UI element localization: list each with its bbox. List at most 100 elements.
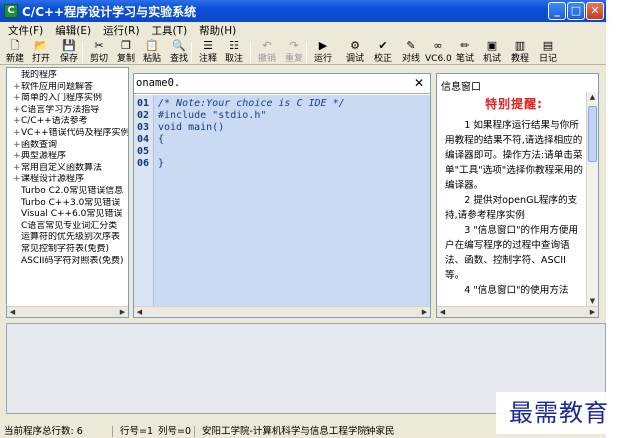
toolbar-button-0[interactable]: 🗋 新建 [2, 39, 28, 65]
info-horizontal-scrollbar[interactable]: ◀ ▶ [437, 306, 598, 317]
tree-item[interactable]: 常见控制字符表(免费) [7, 244, 128, 256]
tree-item-label: 函数查询 [21, 139, 58, 150]
tree-item[interactable]: Turbo C++3.0常见错误 [7, 198, 128, 210]
menu-item-0[interactable]: 文件(F) [8, 23, 43, 38]
expand-icon[interactable]: + [13, 151, 21, 163]
tree-item-label: Turbo C++3.0常见错误 [21, 197, 121, 208]
toolbar-label: VC6.0 [425, 54, 452, 64]
toolbar-label: 新建 [5, 54, 24, 64]
scroll-right-icon[interactable]: ▶ [587, 307, 598, 317]
toolbar-button-8[interactable]: ☷ 取注 [221, 39, 247, 65]
editor-horizontal-scrollbar[interactable]: ◀ ▶ [134, 306, 430, 317]
app-icon: C [4, 4, 18, 18]
toolbar-button-11[interactable]: ▶ 运行 [310, 39, 336, 65]
toolbar-button-10[interactable]: ↷ 重复 [281, 39, 307, 65]
tree-item[interactable]: +C语言学习方法指导 [7, 105, 128, 117]
tree-item[interactable]: +简单的入门程序实例 [7, 93, 128, 105]
expand-icon[interactable]: + [13, 105, 21, 117]
tree-item[interactable]: ASCII码字符对照表(免费) [7, 256, 128, 268]
tree-item[interactable]: +C/C++语法参考 [7, 116, 128, 128]
toolbar-button-13[interactable]: ✔ 校正 [370, 39, 396, 65]
toolbar-label: 撤销 [257, 54, 276, 64]
uncomment-icon: ☷ [229, 39, 239, 52]
toolbar-button-14[interactable]: ✎ 对线 [398, 39, 424, 65]
info-window-title: 信息窗口 [441, 82, 481, 93]
menu-item-4[interactable]: 帮助(H) [199, 23, 236, 38]
status-separator [112, 426, 113, 437]
maximize-button[interactable]: □ [567, 2, 585, 20]
tree-item[interactable]: +典型源程序 [7, 151, 128, 163]
tree-panel: 我的程序 +软件应用问题解答 +简单的入门程序实例 +C语言学习方法指导 +C/C++语… [6, 67, 129, 318]
status-line-count: 当前程序总行数: 6 [4, 426, 83, 437]
scroll-right-icon[interactable]: ▶ [117, 307, 128, 317]
scroll-left-icon[interactable]: ◀ [437, 307, 448, 317]
toolbar-button-15[interactable]: ∞ VC6.0 [425, 39, 452, 65]
minimize-button[interactable]: _ [548, 2, 566, 20]
title-bar[interactable]: C C/C++程序设计学习与实验系统 _ □ ✕ [0, 0, 606, 22]
paste-icon: 📋 [145, 39, 159, 52]
toolbar-button-2[interactable]: 💾 保存 [56, 39, 82, 65]
vc6-icon: ∞ [433, 39, 443, 52]
scroll-left-icon[interactable]: ◀ [134, 307, 145, 317]
toolbar-button-1[interactable]: 📂 打开 [28, 39, 54, 65]
expand-icon[interactable]: + [13, 82, 21, 94]
toolbar-button-9[interactable]: ↶ 撤销 [254, 39, 280, 65]
scroll-right-icon[interactable]: ▶ [419, 307, 430, 317]
check-icon: ✔ [378, 39, 388, 52]
menu-item-3[interactable]: 工具(T) [152, 23, 188, 38]
code-area[interactable]: 01 /* Note:Your choice is C IDE */ 02 #incl… [134, 95, 430, 306]
tree-item-label: 典型源程序 [21, 151, 67, 162]
tree-horizontal-scrollbar[interactable]: ◀ ▶ [7, 306, 128, 317]
expand-icon[interactable]: + [13, 116, 21, 128]
code-editor[interactable]: oname0. ✕ 01 /* Note:Your choice is C IDE… [133, 73, 431, 318]
toolbar-button-7[interactable]: ☰ 注释 [195, 39, 221, 65]
tree-item[interactable]: +函数查询 [7, 140, 128, 152]
tree-item[interactable]: +课程设计源程序 [7, 174, 128, 186]
toolbar-separator [191, 42, 192, 63]
computer-icon: ▣ [486, 39, 498, 52]
tree-item[interactable]: 我的程序 [7, 70, 128, 82]
code-line[interactable]: } [158, 158, 164, 169]
tree-item[interactable]: C语言常见专业词汇分类 [7, 221, 128, 233]
align-icon: ✎ [406, 39, 416, 52]
toolbar-button-16[interactable]: ✏ 笔试 [452, 39, 478, 65]
toolbar-label: 注释 [198, 54, 217, 64]
tree-item[interactable]: +VC++错误代码及程序实例 [7, 128, 128, 140]
toolbar-button-3[interactable]: ✂ 剪切 [86, 39, 112, 65]
scroll-up-icon[interactable]: ▲ [587, 92, 598, 103]
expand-icon[interactable]: + [13, 128, 21, 140]
scroll-left-icon[interactable]: ◀ [7, 307, 18, 317]
tree-item-label: 软件应用问题解答 [21, 81, 94, 92]
expand-icon[interactable]: + [13, 140, 21, 152]
status-organization: 安阳工学院-计算机科学与信息工程学院 [202, 426, 367, 437]
editor-tab-name[interactable]: oname0. [136, 77, 180, 89]
scroll-thumb[interactable] [588, 106, 597, 162]
expand-icon[interactable]: + [13, 174, 21, 186]
toolbar-button-5[interactable]: 📋 粘贴 [139, 39, 165, 65]
toolbar-button-12[interactable]: ⚙ 调试 [342, 39, 368, 65]
toolbar-button-6[interactable]: 🔍 查找 [166, 39, 192, 65]
tree-item[interactable]: +软件应用问题解答 [7, 82, 128, 94]
toolbar-button-4[interactable]: ❐ 复制 [113, 39, 139, 65]
tree-item[interactable]: +常用自定义函数算法 [7, 163, 128, 175]
tree-item[interactable]: Visual C++6.0常见错误 [7, 209, 128, 221]
info-vertical-scrollbar[interactable]: ▲ ▼ [586, 92, 598, 307]
menu-item-1[interactable]: 编辑(E) [55, 23, 91, 38]
toolbar-button-17[interactable]: ▣ 机试 [479, 39, 505, 65]
code-line[interactable]: /* Note:Your choice is C IDE */ [158, 98, 345, 109]
close-tab-icon[interactable]: ✕ [414, 76, 424, 90]
toolbar-button-18[interactable]: ▥ 教程 [507, 39, 533, 65]
code-line[interactable]: void main() [158, 122, 224, 133]
tree-item[interactable]: Turbo C2.0常见错误信息 [7, 186, 128, 198]
code-line[interactable]: #include "stdio.h" [158, 110, 266, 121]
tree-item[interactable]: 运算符的优先级别次序表 [7, 232, 128, 244]
toolbar-button-19[interactable]: ▤ 日记 [535, 39, 561, 65]
menu-item-2[interactable]: 运行(R) [103, 23, 140, 38]
expand-icon[interactable]: + [13, 163, 21, 175]
tree-item-label: Turbo C2.0常见错误信息 [21, 185, 124, 196]
code-line[interactable]: { [158, 134, 164, 145]
close-button[interactable]: ✕ [586, 2, 604, 20]
info-paragraph: 1 如果程序运行结果与你所用教程的结果不符,请选择相应的编译器即可。操作方法:请… [445, 120, 583, 191]
expand-icon[interactable]: + [13, 93, 21, 105]
toolbar-label: 日记 [538, 54, 557, 64]
